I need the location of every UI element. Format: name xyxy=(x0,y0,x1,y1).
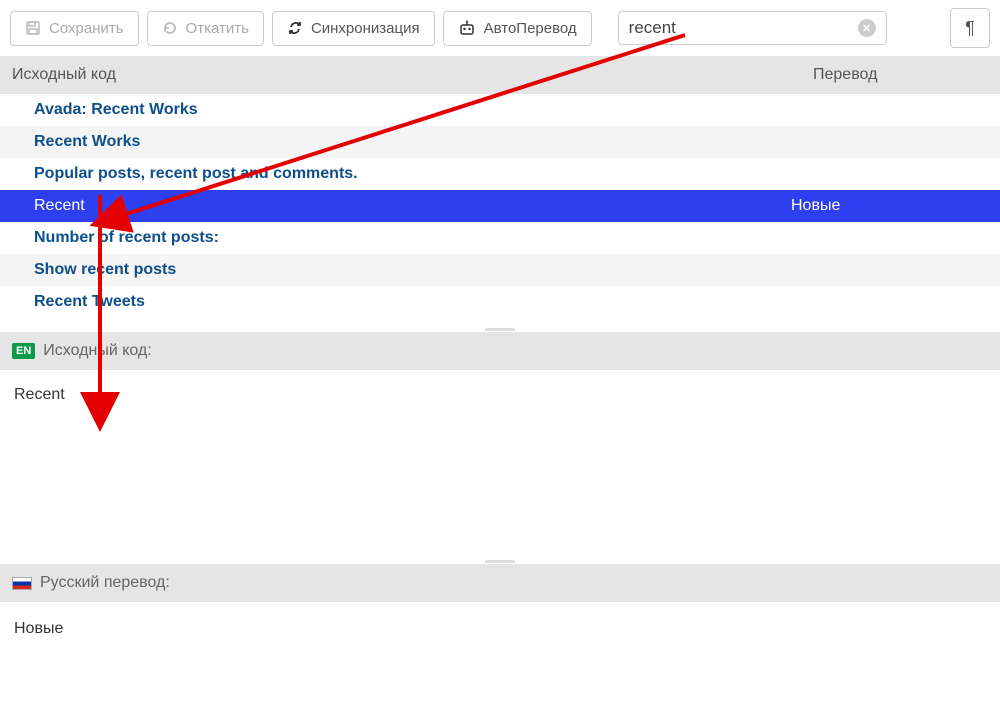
results-list: Avada: Recent Works Recent Works Popular… xyxy=(0,94,1000,318)
search-input[interactable] xyxy=(629,18,850,38)
revert-button[interactable]: Откатить xyxy=(147,11,264,46)
table-row[interactable]: Popular posts, recent post and comments. xyxy=(0,158,1000,190)
header-translation: Перевод xyxy=(813,66,988,84)
table-row[interactable]: Recent Tweets xyxy=(0,286,1000,318)
row-translation: Новые xyxy=(791,197,966,215)
save-button[interactable]: Сохранить xyxy=(10,11,139,46)
row-source: Recent Works xyxy=(34,133,791,151)
row-source: Recent xyxy=(34,197,791,215)
pilcrow-icon: ¶ xyxy=(965,18,975,39)
row-source: Recent Tweets xyxy=(34,293,791,311)
translation-panel-header: Русский перевод: xyxy=(0,564,1000,602)
save-icon xyxy=(25,20,41,36)
revert-icon xyxy=(162,20,178,36)
translation-panel-label: Русский перевод: xyxy=(40,574,170,592)
table-row[interactable]: Avada: Recent Works xyxy=(0,94,1000,126)
source-text-area[interactable]: Recent xyxy=(0,370,1000,550)
header-source: Исходный код xyxy=(12,66,813,84)
row-source: Avada: Recent Works xyxy=(34,101,791,119)
toolbar: Сохранить Откатить Синхронизация АвтоПер… xyxy=(0,0,1000,56)
lang-badge-en: EN xyxy=(12,343,35,359)
save-label: Сохранить xyxy=(49,20,124,37)
pilcrow-button[interactable]: ¶ xyxy=(950,8,990,48)
flag-ru-icon xyxy=(12,577,32,590)
sync-icon xyxy=(287,20,303,36)
source-panel-label: Исходный код: xyxy=(43,342,151,360)
sync-label: Синхронизация xyxy=(311,20,420,37)
sync-button[interactable]: Синхронизация xyxy=(272,11,435,46)
row-source: Popular posts, recent post and comments. xyxy=(34,165,791,183)
row-source: Show recent posts xyxy=(34,261,791,279)
clear-search-icon[interactable]: ✕ xyxy=(858,19,876,37)
table-row[interactable]: Recent Works xyxy=(0,126,1000,158)
table-row[interactable]: Number of recent posts: xyxy=(0,222,1000,254)
revert-label: Откатить xyxy=(186,20,249,37)
search-box: ✕ xyxy=(618,11,887,45)
source-panel-header: EN Исходный код: xyxy=(0,332,1000,370)
table-row[interactable]: Show recent posts xyxy=(0,254,1000,286)
auto-translate-label: АвтоПеревод xyxy=(484,20,577,37)
row-source: Number of recent posts: xyxy=(34,229,791,247)
translation-text-area[interactable]: Новые xyxy=(0,602,1000,656)
table-header: Исходный код Перевод xyxy=(0,56,1000,94)
robot-icon xyxy=(458,20,476,36)
auto-translate-button[interactable]: АвтоПеревод xyxy=(443,11,592,46)
table-row[interactable]: Recent Новые xyxy=(0,190,1000,222)
